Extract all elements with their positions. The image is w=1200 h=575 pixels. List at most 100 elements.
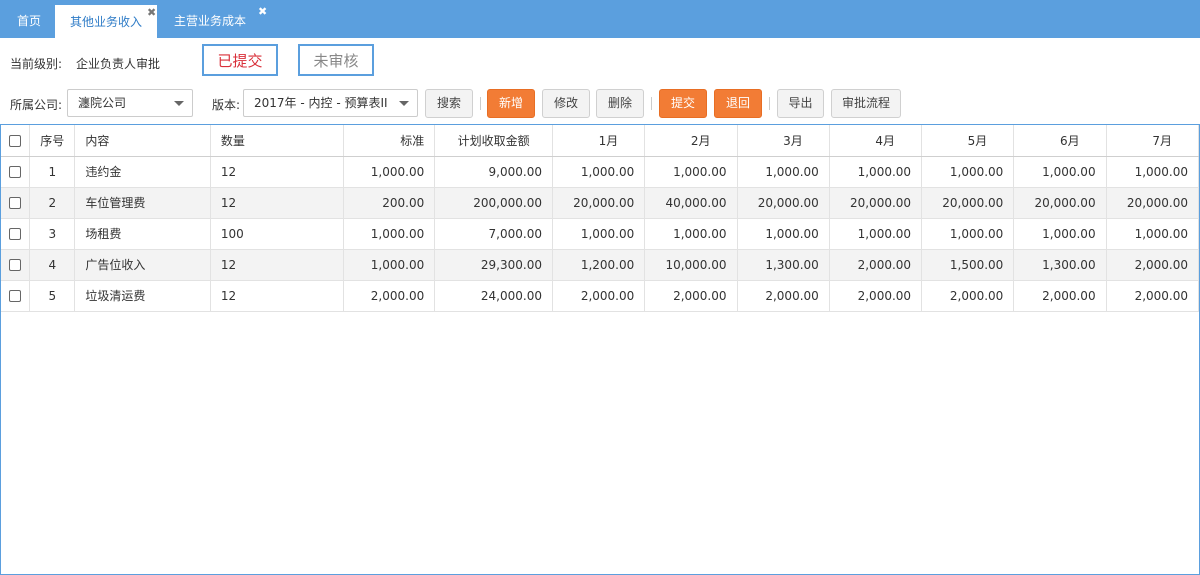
row-checkbox[interactable] [9, 166, 22, 178]
toolbar-divider [651, 97, 652, 110]
add-button[interactable]: 新增 [487, 89, 535, 118]
cell-month: 1,000.00 [829, 218, 923, 250]
column-header[interactable]: 1月 [552, 125, 646, 157]
cell-month: 20,000.00 [1013, 187, 1107, 219]
cell-quantity: 12 [210, 249, 344, 281]
search-button[interactable]: 搜索 [425, 89, 473, 118]
cell-planned-amount: 200,000.00 [434, 187, 553, 219]
row-checkbox[interactable] [9, 259, 22, 271]
cell-month: 1,000.00 [829, 156, 923, 188]
chevron-down-icon [174, 101, 184, 106]
cell-planned-amount: 29,300.00 [434, 249, 553, 281]
cell-month: 2,000.00 [1013, 280, 1107, 312]
cell-content: 垃圾清运费 [74, 280, 211, 312]
cell-month: 2,000.00 [829, 249, 923, 281]
toolbar-divider [769, 97, 770, 110]
column-header[interactable]: 标准 [343, 125, 436, 157]
cell-index: 1 [29, 156, 76, 188]
cell-month: 10,000.00 [644, 249, 738, 281]
close-icon[interactable]: ✖ [147, 7, 156, 18]
cell-standard: 1,000.00 [343, 218, 436, 250]
submit-button[interactable]: 提交 [659, 89, 707, 118]
data-grid: 序号 内容 数量 标准 计划收取金额 1月 2月 3月 4月 5月 6月 7月 … [0, 124, 1200, 575]
tab-other-business-income[interactable]: 其他业务收入 [54, 4, 158, 38]
version-select[interactable]: 2017年 - 内控 - 预算表II [243, 89, 418, 117]
cell-month: 1,200.00 [552, 249, 646, 281]
close-icon[interactable]: ✖ [258, 6, 267, 17]
cell-index: 5 [29, 280, 76, 312]
cell-standard: 200.00 [343, 187, 436, 219]
tab-home[interactable]: 首页 [6, 4, 52, 38]
cell-month: 1,000.00 [921, 218, 1015, 250]
cell-month: 1,000.00 [737, 156, 830, 188]
income-table: 序号 内容 数量 标准 计划收取金额 1月 2月 3月 4月 5月 6月 7月 … [1, 125, 1199, 312]
cell-month: 2,000.00 [644, 280, 738, 312]
table-header-row: 序号 内容 数量 标准 计划收取金额 1月 2月 3月 4月 5月 6月 7月 [1, 125, 1199, 157]
toolbar-divider [480, 97, 481, 110]
cell-quantity: 12 [210, 156, 344, 188]
table-row[interactable]: 4 广告位收入 12 1,000.00 29,300.00 1,200.00 1… [1, 249, 1199, 281]
cell-month: 1,000.00 [552, 156, 646, 188]
cell-month: 2,000.00 [737, 280, 830, 312]
cell-month: 2,000.00 [829, 280, 923, 312]
column-header[interactable]: 数量 [210, 125, 344, 157]
checkbox[interactable] [9, 134, 22, 147]
column-header[interactable]: 6月 [1013, 125, 1107, 157]
cell-index: 3 [29, 218, 76, 250]
tab-main-business-cost[interactable]: 主营业务成本 [162, 4, 258, 38]
version-label: 版本: [212, 98, 241, 112]
cell-standard: 1,000.00 [343, 156, 436, 188]
row-checkbox[interactable] [9, 228, 22, 240]
cell-content: 车位管理费 [74, 187, 211, 219]
version-select-value: 2017年 - 内控 - 预算表II [254, 96, 388, 110]
column-header[interactable]: 5月 [921, 125, 1015, 157]
select-all-checkbox[interactable] [1, 125, 31, 157]
cell-index: 4 [29, 249, 76, 281]
column-header[interactable]: 7月 [1106, 125, 1199, 157]
cell-month: 2,000.00 [921, 280, 1015, 312]
status-unaudited[interactable]: 未审核 [298, 44, 374, 76]
export-button[interactable]: 导出 [777, 89, 824, 118]
cell-content: 广告位收入 [74, 249, 211, 281]
current-level-label: 当前级别: [10, 57, 63, 71]
edit-button[interactable]: 修改 [542, 89, 590, 118]
column-header[interactable]: 内容 [74, 125, 211, 157]
cell-month: 1,000.00 [552, 218, 646, 250]
cell-month: 1,000.00 [644, 156, 738, 188]
cell-month: 1,000.00 [1106, 156, 1199, 188]
cell-month: 2,000.00 [552, 280, 646, 312]
return-button[interactable]: 退回 [714, 89, 762, 118]
column-header[interactable]: 4月 [829, 125, 923, 157]
cell-month: 1,000.00 [1013, 218, 1107, 250]
cell-content: 场租费 [74, 218, 211, 250]
tab-bar: 首页 其他业务收入 ✖ 主营业务成本 ✖ [0, 0, 1200, 38]
table-row[interactable]: 3 场租费 100 1,000.00 7,000.00 1,000.00 1,0… [1, 218, 1199, 250]
cell-month: 20,000.00 [1106, 187, 1199, 219]
status-submitted[interactable]: 已提交 [202, 44, 278, 76]
table-row[interactable]: 2 车位管理费 12 200.00 200,000.00 20,000.00 4… [1, 187, 1199, 219]
cell-month: 1,500.00 [921, 249, 1015, 281]
approval-flow-button[interactable]: 审批流程 [831, 89, 901, 118]
column-header[interactable]: 计划收取金额 [434, 125, 553, 157]
row-checkbox[interactable] [9, 197, 22, 209]
chevron-down-icon [399, 101, 409, 106]
column-header[interactable]: 2月 [644, 125, 738, 157]
current-level-value: 企业负责人审批 [76, 57, 161, 71]
cell-quantity: 100 [210, 218, 344, 250]
company-select[interactable]: 瀍院公司 [67, 89, 193, 117]
cell-month: 20,000.00 [737, 187, 830, 219]
table-row[interactable]: 5 垃圾清运费 12 2,000.00 24,000.00 2,000.00 2… [1, 280, 1199, 312]
cell-standard: 1,000.00 [343, 249, 436, 281]
cell-month: 1,300.00 [737, 249, 830, 281]
table-row[interactable]: 1 违约金 12 1,000.00 9,000.00 1,000.00 1,00… [1, 156, 1199, 188]
cell-quantity: 12 [210, 187, 344, 219]
cell-month: 40,000.00 [644, 187, 738, 219]
cell-planned-amount: 7,000.00 [434, 218, 553, 250]
column-header[interactable]: 序号 [29, 125, 76, 157]
row-checkbox[interactable] [9, 290, 22, 302]
column-header[interactable]: 3月 [737, 125, 830, 157]
cell-quantity: 12 [210, 280, 344, 312]
cell-month: 20,000.00 [921, 187, 1015, 219]
cell-planned-amount: 24,000.00 [434, 280, 553, 312]
delete-button[interactable]: 删除 [596, 89, 644, 118]
